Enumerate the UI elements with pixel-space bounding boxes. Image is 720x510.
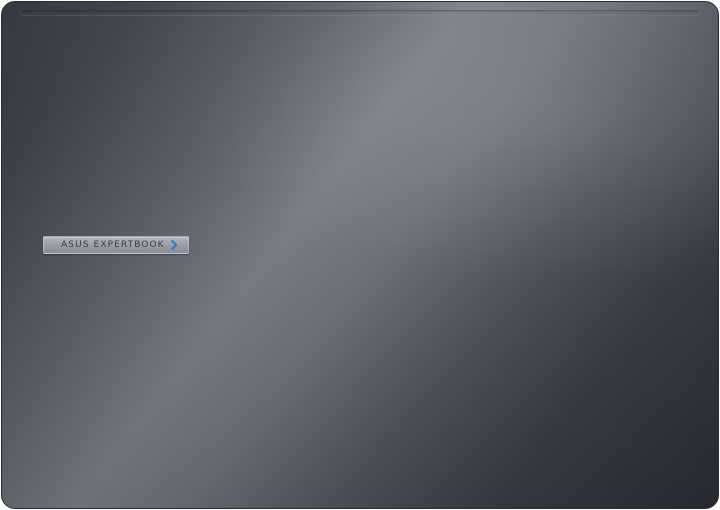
chevron-right-icon — [170, 240, 177, 250]
badge-text: ASUS EXPERTBOOK — [61, 240, 165, 250]
chevron-path — [170, 240, 177, 250]
laptop-lid: ASUS EXPERTBOOK — [1, 1, 719, 509]
expertbook-badge: ASUS EXPERTBOOK — [43, 236, 189, 254]
lid-top-edge — [20, 10, 700, 16]
